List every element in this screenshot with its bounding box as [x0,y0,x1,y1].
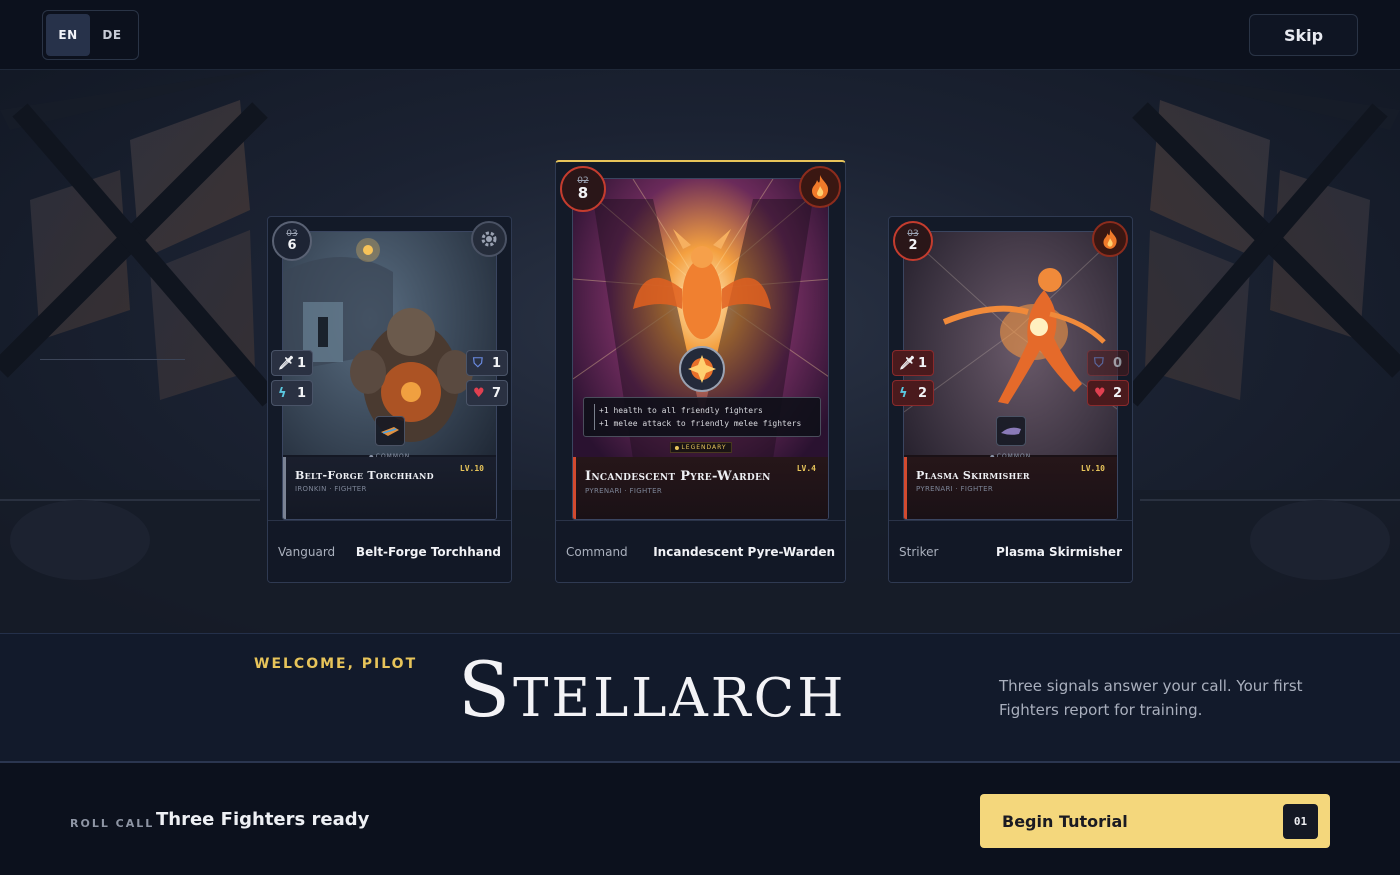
fighter-card-vanguard[interactable]: COMMON Belt-Forge Torchhand IRONKIN · FI… [267,216,512,583]
title-band: WELCOME, PILOT Stellarch Three signals a… [0,633,1400,761]
card-art: COMMON Belt-Forge Torchhand IRONKIN · FI… [282,231,497,520]
gun-icon [381,427,399,436]
card-level: LV.4 [796,464,816,473]
energy-stat: ϟ2 [892,380,934,406]
card-subtitle: IRONKIN · FIGHTER [295,485,367,493]
card-nameplate: Incandescent Pyre-Warden PYRENARI · FIGH… [573,457,828,519]
shield-stat: ⛉ 0 [1087,350,1129,376]
card-footer: Command Incandescent Pyre-Warden [556,520,845,582]
roll-call-label: ROLL CALL [70,817,155,830]
ability-line: +1 health to all friendly fighters [594,404,810,417]
cost-badge: 03 2 [893,221,933,261]
flame-icon [1092,221,1128,257]
fighter-role: Vanguard [278,544,336,559]
ability-line: +1 melee attack to friendly melee fighte… [594,417,810,430]
energy-stat: ϟ1 [271,380,313,406]
card-art: COMMON Plasma Skirmisher PYRENARI · FIGH… [903,231,1118,520]
fighter-scene: COMMON Belt-Forge Torchhand IRONKIN · FI… [0,70,1400,633]
weapon-slot [996,416,1026,446]
cost-new: 2 [908,238,918,253]
cost-new: 8 [577,184,589,202]
rarity-dot [674,445,679,450]
ability-box: +1 health to all friendly fighters +1 me… [583,397,821,437]
blade-icon [1001,427,1021,435]
sword-icon: 🗡 [899,355,916,371]
gear-icon [471,221,507,257]
begin-tutorial-label: Begin Tutorial [1002,811,1128,831]
lightning-icon: ϟ [899,385,908,401]
fighter-name: Plasma Skirmisher [996,544,1122,559]
shield-stat: ⛉ 1 [466,350,508,376]
fighter-card-command[interactable]: +1 health to all friendly fighters +1 me… [555,160,846,583]
card-subtitle: PYRENARI · FIGHTER [916,485,993,493]
card-subtitle: PYRENARI · FIGHTER [585,487,662,495]
scene-divider [40,359,185,360]
lightning-icon: ϟ [278,385,287,401]
flame-icon [799,166,841,208]
fighter-role: Command [566,544,628,559]
language-en-button[interactable]: EN [46,14,90,56]
card-title: Incandescent Pyre-Warden [585,469,771,484]
cost-badge: 02 8 [560,166,606,212]
rarity-label: LEGENDARY [669,442,732,453]
cost-badge: 03 6 [272,221,312,261]
skip-button[interactable]: Skip [1249,14,1358,56]
card-art: +1 health to all friendly fighters +1 me… [572,178,829,520]
heart-icon: ♥ [1094,385,1106,401]
bottom-bar: ROLL CALL Three Fighters ready Begin Tut… [0,761,1400,875]
game-title: Stellarch [458,645,847,734]
health-stat: ♥ 2 [1087,380,1129,406]
fighter-name: Belt-Forge Torchhand [355,544,501,559]
attack-stat: 🗡 1 [892,350,934,376]
attack-stat: 🗡 1 [271,350,313,376]
heart-icon: ♥ [473,385,485,401]
top-bar: EN DE Skip [0,0,1400,70]
language-switch: EN DE [42,10,139,60]
tagline: Three signals answer your call. Your fir… [999,677,1303,719]
fighter-role: Striker [899,544,939,559]
fighter-name: Incandescent Pyre-Warden [653,544,835,559]
card-nameplate: Plasma Skirmisher PYRENARI · FIGHTER LV.… [904,457,1117,519]
shield-icon: ⛉ [1094,355,1104,371]
roll-call-value: Three Fighters ready [156,809,370,830]
weapon-slot [375,416,405,446]
card-level: LV.10 [459,464,484,473]
welcome-label: WELCOME, PILOT [254,656,418,672]
language-de-button[interactable]: DE [90,14,134,56]
card-nameplate: Belt-Forge Torchhand IRONKIN · FIGHTER L… [283,457,496,519]
begin-tutorial-button[interactable]: Begin Tutorial 01 [980,794,1330,848]
health-stat: ♥ 7 [466,380,508,406]
card-level: LV.10 [1080,464,1105,473]
fighter-card-striker[interactable]: COMMON Plasma Skirmisher PYRENARI · FIGH… [888,216,1133,583]
shortcut-key-badge: 01 [1283,803,1318,839]
shield-icon: ⛉ [473,355,483,371]
card-footer: Vanguard Belt-Forge Torchhand [268,520,511,582]
cost-new: 6 [287,238,297,253]
card-footer: Striker Plasma Skirmisher [889,520,1132,582]
sword-icon: 🗡 [278,355,295,371]
